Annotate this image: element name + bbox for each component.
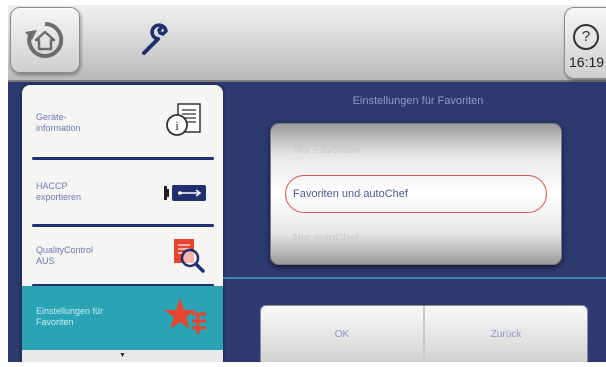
wrench-icon <box>142 23 168 55</box>
ok-button[interactable]: OK <box>261 306 423 362</box>
help-button[interactable]: ? 16:19 <box>564 7 606 79</box>
menu-item-label: Geräte- information <box>36 112 81 133</box>
menu-item-device-information[interactable]: Geräte- information i <box>22 85 223 151</box>
menu-item-label: HACCP exportieren <box>36 181 82 202</box>
quality-search-icon <box>174 239 205 273</box>
menu-separator <box>32 157 214 160</box>
document-info-icon: i <box>166 103 201 136</box>
menu-item-label: QualityControl AUS <box>36 245 94 266</box>
favorites-option-list: Nur Favoriten Favoriten und autoChef Nur… <box>270 123 562 265</box>
favorites-star-icon <box>164 298 206 334</box>
usb-export-icon <box>164 185 206 201</box>
divider-line <box>223 277 606 279</box>
device-screen: ? 16:19 Geräte- information i HACCP expo… <box>8 5 606 362</box>
settings-menu: Geräte- information i HACCP exportieren <box>22 85 223 362</box>
svg-text:i: i <box>175 118 179 133</box>
panel-title: Einstellungen für Favoriten <box>352 95 484 107</box>
top-bar: ? 16:19 <box>8 5 606 82</box>
scroll-down-icon: ▼ <box>119 352 126 359</box>
menu-scroll-down[interactable]: ▼ <box>22 350 223 362</box>
option-favorites-only[interactable]: Nur Favoriten <box>271 131 561 169</box>
option-favorites-and-autochef[interactable]: Favoriten und autoChef <box>271 175 561 213</box>
menu-item-haccp-export[interactable]: HACCP exportieren <box>22 161 223 225</box>
clock: 16:19 <box>569 54 605 70</box>
footer-buttons: OK Zurück <box>260 305 588 362</box>
menu-separator <box>32 224 214 227</box>
menu-item-label: Einstellungen für Favoriten <box>36 306 104 327</box>
home-back-icon <box>25 21 64 58</box>
menu-item-quality-control[interactable]: QualityControl AUS <box>22 228 223 286</box>
back-button[interactable]: Zurück <box>425 306 587 362</box>
help-icon: ? <box>573 24 599 50</box>
home-back-button[interactable] <box>10 7 80 73</box>
option-autochef-only[interactable]: Nur autoChef <box>271 219 561 257</box>
menu-item-favorites-settings[interactable]: Einstellungen für Favoriten <box>22 286 223 350</box>
